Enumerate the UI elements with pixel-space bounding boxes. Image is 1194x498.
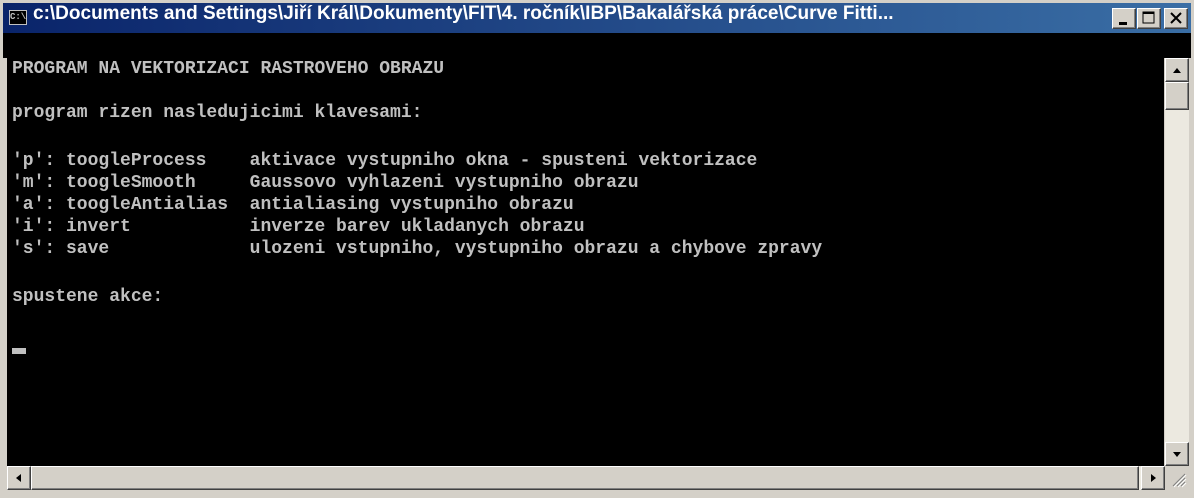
console-line: 'm': toogleSmooth Gaussovo vyhlazeni vys… [12,173,639,193]
maximize-button[interactable] [1137,8,1161,29]
console-line: program rizen nasledujicimi klavesami: [12,103,423,123]
vertical-scrollbar[interactable] [1165,58,1189,466]
console-output[interactable]: PROGRAM NA VEKTORIZACI RASTROVEHO OBRAZU… [7,58,1164,466]
arrow-down-icon [1173,452,1181,457]
close-icon [1170,12,1182,24]
minimize-icon [1119,22,1127,25]
arrow-right-icon [1151,474,1156,482]
scroll-up-button[interactable] [1165,58,1189,82]
console-window: C:\ c:\Documents and Settings\Jiří Král\… [0,0,1194,498]
scroll-down-button[interactable] [1165,442,1189,466]
console-line: 'p': toogleProcess aktivace vystupniho o… [12,151,758,171]
horizontal-scrollbar[interactable] [7,466,1165,490]
maximize-icon [1142,11,1155,24]
text-cursor [12,348,26,354]
arrow-left-icon [16,474,21,482]
vertical-scroll-thumb[interactable] [1165,82,1189,110]
console-line: 'i': invert inverze barev ukladanych obr… [12,217,585,237]
console-line: PROGRAM NA VEKTORIZACI RASTROVEHO OBRAZU [12,59,445,79]
resize-grip[interactable] [1165,466,1189,490]
console-line: spustene akce: [12,287,164,307]
arrow-up-icon [1173,68,1181,73]
window-title: c:\Documents and Settings\Jiří Král\Doku… [33,3,894,24]
resize-grip-icon [1172,473,1187,488]
console-top-strip [3,33,1191,58]
console-app-icon[interactable]: C:\ [9,10,27,25]
console-line: 's': save ulozeni vstupniho, vystupniho … [12,239,823,259]
minimize-button[interactable] [1112,8,1136,29]
scroll-right-button[interactable] [1141,466,1165,490]
scroll-left-button[interactable] [7,466,31,490]
title-bar[interactable]: C:\ c:\Documents and Settings\Jiří Král\… [3,3,1191,33]
close-button[interactable] [1164,8,1188,29]
horizontal-scroll-thumb[interactable] [31,466,1139,490]
console-line: 'a': toogleAntialias antialiasing vystup… [12,195,574,215]
